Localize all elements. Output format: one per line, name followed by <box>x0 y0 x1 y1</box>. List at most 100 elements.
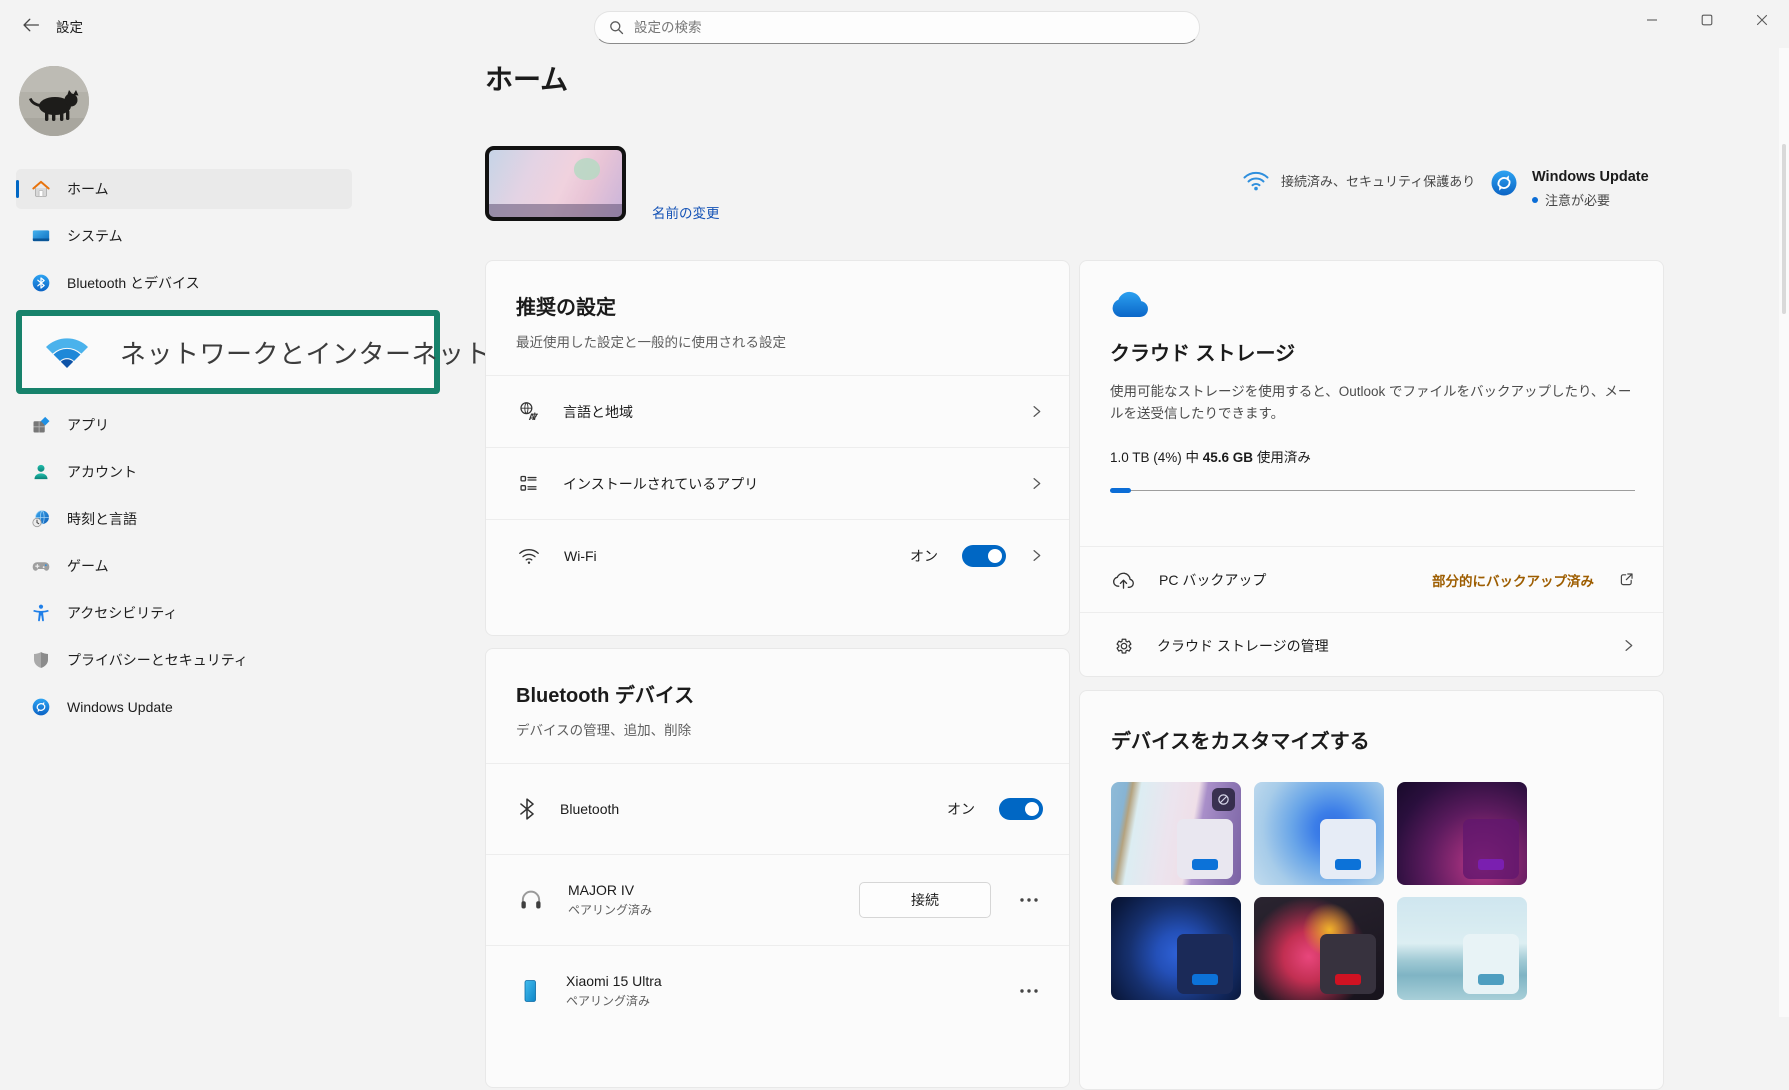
wifi-row[interactable]: Wi-Fi オン <box>486 519 1069 591</box>
minimize-button[interactable] <box>1624 0 1679 40</box>
avatar[interactable] <box>19 66 89 136</box>
card-title: Bluetooth デバイス <box>516 679 1039 708</box>
row-label: クラウド ストレージの管理 <box>1157 636 1598 656</box>
sidebar-item-label: アプリ <box>67 415 109 435</box>
sidebar-item-label: システム <box>67 226 123 246</box>
windows-update-icon <box>31 697 51 717</box>
close-button[interactable] <box>1734 0 1789 40</box>
close-icon <box>1756 14 1768 26</box>
chevron-right-icon <box>1030 477 1043 490</box>
back-arrow-icon <box>22 17 40 33</box>
device-wallpaper-art <box>574 158 600 180</box>
theme-thumbnail-6[interactable] <box>1397 897 1527 1000</box>
device-status: ペアリング済み <box>566 992 991 1009</box>
sidebar-item-time-language[interactable]: 時刻と言語 <box>16 499 352 539</box>
theme-accent-pill <box>1478 859 1504 870</box>
gear-icon <box>1112 635 1133 656</box>
row-label: Wi-Fi <box>564 548 886 564</box>
search-box[interactable] <box>594 11 1200 44</box>
language-region-row[interactable]: A 言語と地域 <box>486 375 1069 447</box>
cloud-upload-icon <box>1112 570 1135 590</box>
windows-update-status-text: 注意が必要 <box>1545 190 1610 209</box>
toggle-knob <box>1025 802 1039 816</box>
backup-status-text: 部分的にバックアップ済み <box>1432 570 1594 590</box>
windows-update-title: Windows Update <box>1532 169 1649 185</box>
progress-track <box>1110 490 1635 492</box>
chevron-right-icon <box>1030 549 1043 562</box>
theme-thumbnail-4[interactable] <box>1111 897 1241 1000</box>
cloud-icon <box>1110 291 1633 319</box>
theme-thumbnail-3[interactable] <box>1397 782 1527 885</box>
theme-window-preview <box>1177 934 1233 994</box>
device-thumbnail <box>485 146 626 221</box>
windows-update-status[interactable]: Windows Update 注意が必要 <box>1489 168 1649 209</box>
sidebar-item-gaming[interactable]: ゲーム <box>16 546 352 586</box>
sidebar-item-label: アカウント <box>67 462 137 482</box>
sidebar-item-accessibility[interactable]: アクセシビリティ <box>16 593 352 633</box>
scrollbar[interactable] <box>1779 48 1789 1017</box>
sidebar-item-apps[interactable]: アプリ <box>16 405 352 445</box>
language-region-icon: A <box>518 401 539 422</box>
wifi-row-icon <box>518 547 540 565</box>
search-input[interactable] <box>634 20 1185 35</box>
wifi-toggle[interactable] <box>962 545 1006 567</box>
bluetooth-device-row[interactable]: MAJOR IV ペアリング済み 接続 <box>486 854 1069 945</box>
theme-thumbnail-5[interactable] <box>1254 897 1384 1000</box>
bluetooth-icon <box>31 273 51 293</box>
device-name: MAJOR IV ペアリング済み <box>568 882 835 918</box>
connect-button[interactable]: 接続 <box>859 882 991 918</box>
bluetooth-toggle-state: オン <box>947 799 975 819</box>
bluetooth-toggle[interactable] <box>999 798 1043 820</box>
sidebar-item-system[interactable]: システム <box>16 216 352 256</box>
sidebar-item-accounts[interactable]: アカウント <box>16 452 352 492</box>
external-link-icon <box>1618 571 1635 588</box>
installed-apps-icon <box>518 473 539 494</box>
system-icon <box>31 226 51 246</box>
storage-progress-bar <box>1110 488 1635 493</box>
theme-window-preview <box>1463 819 1519 879</box>
more-options-icon[interactable] <box>1015 893 1043 907</box>
installed-apps-row[interactable]: インストールされているアプリ <box>486 447 1069 519</box>
more-options-icon[interactable] <box>1015 984 1043 998</box>
theme-thumbnail-2[interactable] <box>1254 782 1384 885</box>
sidebar-item-home[interactable]: ホーム <box>16 169 352 209</box>
pc-backup-row[interactable]: PC バックアップ 部分的にバックアップ済み <box>1080 546 1663 612</box>
theme-thumbnail-1[interactable] <box>1111 782 1241 885</box>
sidebar-item-windows-update[interactable]: Windows Update <box>16 687 352 727</box>
scrollbar-thumb[interactable] <box>1782 144 1786 314</box>
bluetooth-toggle-row[interactable]: Bluetooth オン <box>486 763 1069 854</box>
gamepad-icon <box>31 556 51 576</box>
settings-window: { "window": { "title": "設定" }, "search":… <box>0 0 1789 1017</box>
theme-accent-pill <box>1478 974 1504 985</box>
theme-window-preview <box>1320 934 1376 994</box>
device-name-text: MAJOR IV <box>568 882 835 898</box>
sidebar-item-privacy[interactable]: プライバシーとセキュリティ <box>16 640 352 680</box>
card-title: クラウド ストレージ <box>1110 337 1633 366</box>
titlebar: 設定 <box>0 0 1789 48</box>
apps-icon <box>31 415 51 435</box>
rename-device-link[interactable]: 名前の変更 <box>652 202 720 222</box>
maximize-button[interactable] <box>1679 0 1734 40</box>
progress-fill <box>1110 488 1131 493</box>
theme-accent-pill <box>1192 974 1218 985</box>
network-status[interactable]: 接続済み、セキュリティ保護あり <box>1243 170 1475 191</box>
headphones-icon <box>518 887 544 913</box>
device-name-text: Xiaomi 15 Ultra <box>566 973 991 989</box>
network-status-text: 接続済み、セキュリティ保護あり <box>1281 171 1475 191</box>
personalize-device-card: デバイスをカスタマイズする <box>1079 690 1664 1090</box>
sidebar-item-label: ホーム <box>67 179 109 199</box>
manage-cloud-storage-row[interactable]: クラウド ストレージの管理 <box>1080 612 1663 678</box>
bluetooth-device-row[interactable]: Xiaomi 15 Ultra ペアリング済み <box>486 945 1069 1036</box>
search-icon <box>609 20 624 35</box>
sidebar-item-label: Bluetooth とデバイス <box>67 273 200 293</box>
wifi-icon-large <box>44 334 90 370</box>
sidebar-item-label: ゲーム <box>67 556 109 576</box>
sidebar-item-label: 時刻と言語 <box>67 509 137 529</box>
row-label: 言語と地域 <box>563 402 1006 422</box>
back-button[interactable] <box>16 13 46 37</box>
theme-accent-pill <box>1192 859 1218 870</box>
phone-icon <box>518 978 542 1004</box>
sidebar-item-bluetooth-devices[interactable]: Bluetooth とデバイス <box>16 263 352 303</box>
bluetooth-devices-card: Bluetooth デバイス デバイスの管理、追加、削除 Bluetooth オ… <box>485 648 1070 1088</box>
wifi-status-icon <box>1243 170 1269 191</box>
